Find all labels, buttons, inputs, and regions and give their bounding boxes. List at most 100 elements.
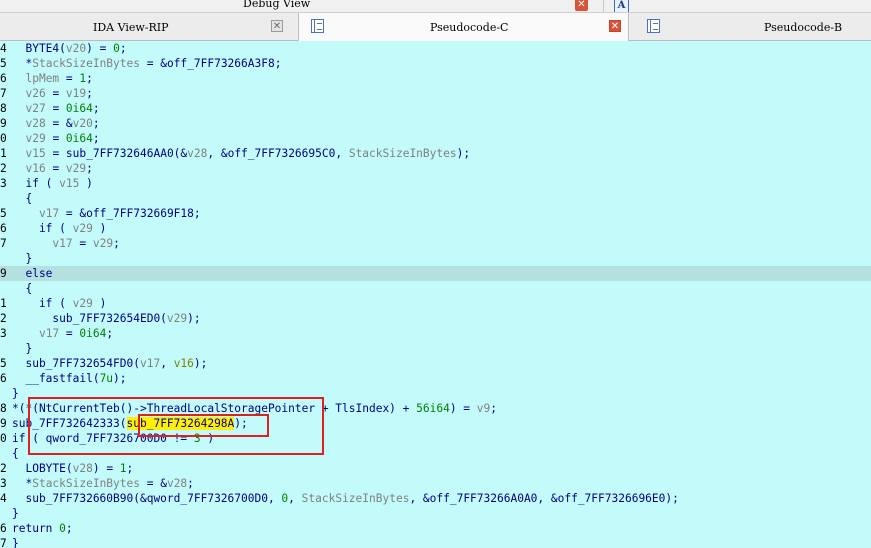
code-token: ; — [187, 477, 194, 490]
code-text: sub_7FF732654ED0(v29); — [12, 311, 200, 326]
code-line[interactable]: 8 *(*(NtCurrentTeb()->ThreadLocalStorageP… — [0, 401, 871, 416]
tab-close-icon[interactable]: ✕ — [271, 20, 283, 32]
code-token[interactable]: 0i64 — [66, 102, 93, 115]
debug-view-panel-header: Debug View ✕ A — [0, 0, 871, 13]
pseudocode-view[interactable]: 4 BYTE4(v20) = 0; 5 *StackSizeInBytes = &… — [0, 41, 871, 548]
code-token[interactable]: v28 — [187, 147, 207, 160]
code-line[interactable]: 3 *StackSizeInBytes = &v28; — [0, 476, 871, 491]
code-line[interactable]: 1 if ( v29 ) — [0, 296, 871, 311]
code-token: , &off_7FF7326695C0, — [207, 147, 349, 160]
code-line[interactable]: 7 v17 = v29; — [0, 236, 871, 251]
code-token[interactable]: v17 — [39, 327, 59, 340]
code-token[interactable]: 56i64 — [416, 402, 450, 415]
code-line[interactable]: { — [0, 281, 871, 296]
code-line[interactable]: 2 sub_7FF732654ED0(v29); — [0, 311, 871, 326]
code-line[interactable]: 0 if ( qword_7FF7326700D0 != 3 ) — [0, 431, 871, 446]
code-line[interactable]: } — [0, 506, 871, 521]
code-token[interactable]: v20 — [66, 42, 86, 55]
code-token[interactable]: v16 — [25, 162, 45, 175]
tab-close-icon[interactable]: ✕ — [609, 20, 621, 32]
code-line[interactable]: 6 return 0; — [0, 521, 871, 536]
code-token[interactable]: StackSizeInBytes — [32, 57, 140, 70]
code-token[interactable]: v9 — [477, 402, 490, 415]
code-token[interactable]: 0 — [59, 522, 66, 535]
code-token: ; — [119, 42, 127, 55]
code-token[interactable]: v17 — [39, 207, 59, 220]
code-line[interactable]: 9 v28 = &v20; — [0, 116, 871, 131]
code-text: __fastfail(7u); — [12, 371, 126, 386]
code-token[interactable]: v26 — [25, 87, 45, 100]
pseudocode-page-icon — [647, 19, 660, 33]
code-token[interactable]: StackSizeInBytes — [32, 477, 140, 490]
code-line[interactable]: } — [0, 386, 871, 401]
tab-label: IDA View-RIP — [93, 21, 169, 34]
code-line[interactable]: 3 v17 = 0i64; — [0, 326, 871, 341]
debug-view-close-icon[interactable]: ✕ — [575, 0, 588, 11]
code-line[interactable]: } — [0, 341, 871, 356]
code-token[interactable]: v27 — [25, 102, 45, 115]
code-line[interactable]: 3 if ( v15 ) — [0, 176, 871, 191]
code-line[interactable]: 6 __fastfail(7u); — [0, 371, 871, 386]
code-line[interactable]: 4 BYTE4(v20) = 0; — [0, 41, 871, 56]
tab-label: Pseudocode-C — [430, 21, 509, 34]
code-text: } — [12, 536, 19, 548]
code-line[interactable]: 5 *StackSizeInBytes = &off_7FF73266A3F8; — [0, 56, 871, 71]
code-text: *StackSizeInBytes = &off_7FF73266A3F8; — [12, 56, 281, 71]
code-token[interactable]: v17 — [140, 357, 160, 370]
code-token[interactable]: v15 — [25, 147, 45, 160]
code-token[interactable]: StackSizeInBytes — [302, 492, 410, 505]
code-token[interactable]: v19 — [66, 87, 86, 100]
tab-ida-view-rip[interactable]: IDA View-RIP ✕ — [0, 13, 297, 40]
code-token[interactable]: 3 — [194, 432, 201, 445]
code-line[interactable]: 5 sub_7FF732654FD0(v17, v16); — [0, 356, 871, 371]
code-line[interactable]: 1 v15 = sub_7FF732646AA0(&v28, &off_7FF7… — [0, 146, 871, 161]
code-token[interactable]: v29 — [73, 222, 93, 235]
code-token[interactable]: 0 — [113, 42, 120, 55]
code-token: = & — [140, 477, 167, 490]
tab-pseudocode-c[interactable]: Pseudocode-C ✕ — [298, 13, 629, 41]
code-line[interactable]: 6 lpMem = 1; — [0, 71, 871, 86]
code-line[interactable]: 6 if ( v29 ) — [0, 221, 871, 236]
code-token[interactable]: 0i64 — [79, 327, 106, 340]
code-token[interactable]: v29 — [93, 237, 113, 250]
code-token[interactable]: 0i64 — [66, 132, 93, 145]
code-line[interactable]: 8 v27 = 0i64; — [0, 101, 871, 116]
code-token[interactable]: v29 — [167, 312, 187, 325]
code-line[interactable]: } — [0, 251, 871, 266]
line-number: 0 — [0, 132, 7, 145]
code-line[interactable]: 0 v29 = 0i64; — [0, 131, 871, 146]
code-line[interactable]: 4 sub_7FF732660B90(&qword_7FF7326700D0, … — [0, 491, 871, 506]
code-line[interactable]: 7} — [0, 536, 871, 548]
code-line[interactable]: { — [0, 446, 871, 461]
code-line[interactable]: { — [0, 191, 871, 206]
code-token[interactable]: v29 — [66, 162, 86, 175]
code-line[interactable]: 2 LOBYTE(v28) = 1; — [0, 461, 871, 476]
font-a-icon[interactable]: A — [614, 0, 629, 12]
code-token: ; — [86, 87, 93, 100]
code-token[interactable]: v29 — [25, 132, 45, 145]
code-token[interactable]: v20 — [73, 117, 93, 130]
code-token: LOBYTE( — [12, 462, 73, 475]
line-number: 2 — [0, 312, 7, 325]
code-token[interactable]: v15 — [59, 177, 79, 190]
code-token[interactable]: v17 — [52, 237, 72, 250]
code-token[interactable]: 1 — [120, 462, 127, 475]
code-line[interactable]: 9 sub_7FF732642333(sub_7FF73264298A); — [0, 416, 871, 431]
code-line[interactable]: 5 v17 = &off_7FF732669F18; — [0, 206, 871, 221]
code-token[interactable]: v28 — [25, 117, 45, 130]
code-token[interactable]: v28 — [167, 477, 187, 490]
code-token[interactable]: v16 — [174, 357, 194, 370]
code-token[interactable]: v28 — [73, 462, 93, 475]
code-token[interactable]: v29 — [73, 297, 93, 310]
code-line[interactable]: 7 v26 = v19; — [0, 86, 871, 101]
code-token[interactable]: 7u — [100, 372, 113, 385]
code-token[interactable]: lpMem — [25, 72, 59, 85]
code-line[interactable]: 9 else — [0, 266, 871, 281]
code-token: if ( — [12, 297, 73, 310]
code-token: BYTE4( — [12, 42, 66, 55]
code-token[interactable]: StackSizeInBytes — [349, 147, 457, 160]
code-line[interactable]: 2 v16 = v29; — [0, 161, 871, 176]
highlighted-identifier[interactable]: sub_7FF73264298A — [126, 417, 235, 430]
tab-pseudocode-b[interactable]: Pseudocode-B — [630, 13, 871, 40]
